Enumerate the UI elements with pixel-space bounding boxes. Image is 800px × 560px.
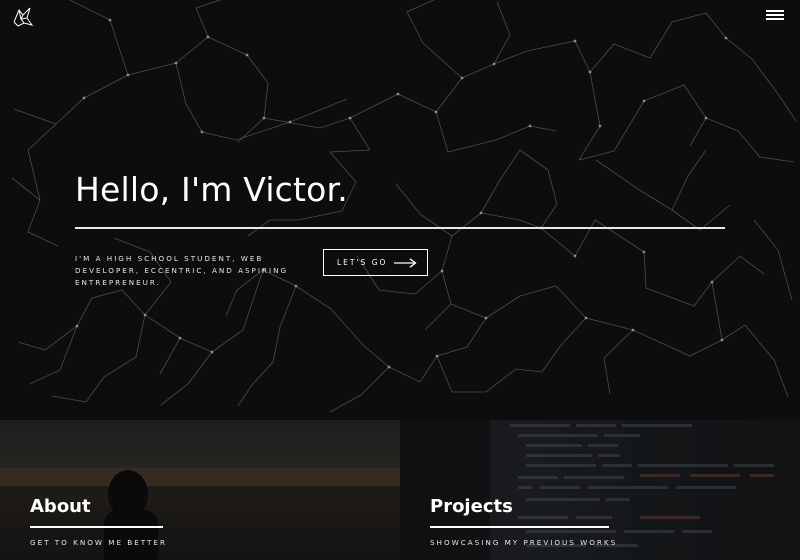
hero-title: Hello, I'm Victor. — [75, 170, 348, 209]
hamburger-menu-icon[interactable] — [766, 10, 784, 22]
hero-divider — [75, 227, 725, 229]
menu-bar — [766, 10, 784, 12]
hero-section: Hello, I'm Victor. I'm a high school stu… — [0, 0, 800, 420]
hero-tagline: I'm a high school student, web developer… — [75, 254, 289, 287]
origami-bird-icon[interactable] — [12, 6, 34, 28]
projects-divider — [430, 526, 609, 528]
arrow-right-icon — [394, 257, 417, 268]
about-subtitle: GET TO KNOW ME BETTER — [30, 538, 167, 547]
about-divider — [30, 526, 163, 528]
about-tile[interactable]: About GET TO KNOW ME BETTER — [0, 420, 400, 560]
about-title: About — [30, 496, 91, 517]
lets-go-label: LET'S GO — [337, 258, 388, 267]
projects-title: Projects — [430, 496, 513, 517]
menu-bar — [766, 18, 784, 20]
menu-bar — [766, 14, 784, 16]
network-background — [11, 0, 797, 413]
projects-subtitle: SHOWCASING MY PREVIOUS WORKS — [430, 538, 618, 547]
projects-tile[interactable]: Projects SHOWCASING MY PREVIOUS WORKS — [400, 420, 800, 560]
lets-go-button[interactable]: LET'S GO — [323, 249, 428, 276]
